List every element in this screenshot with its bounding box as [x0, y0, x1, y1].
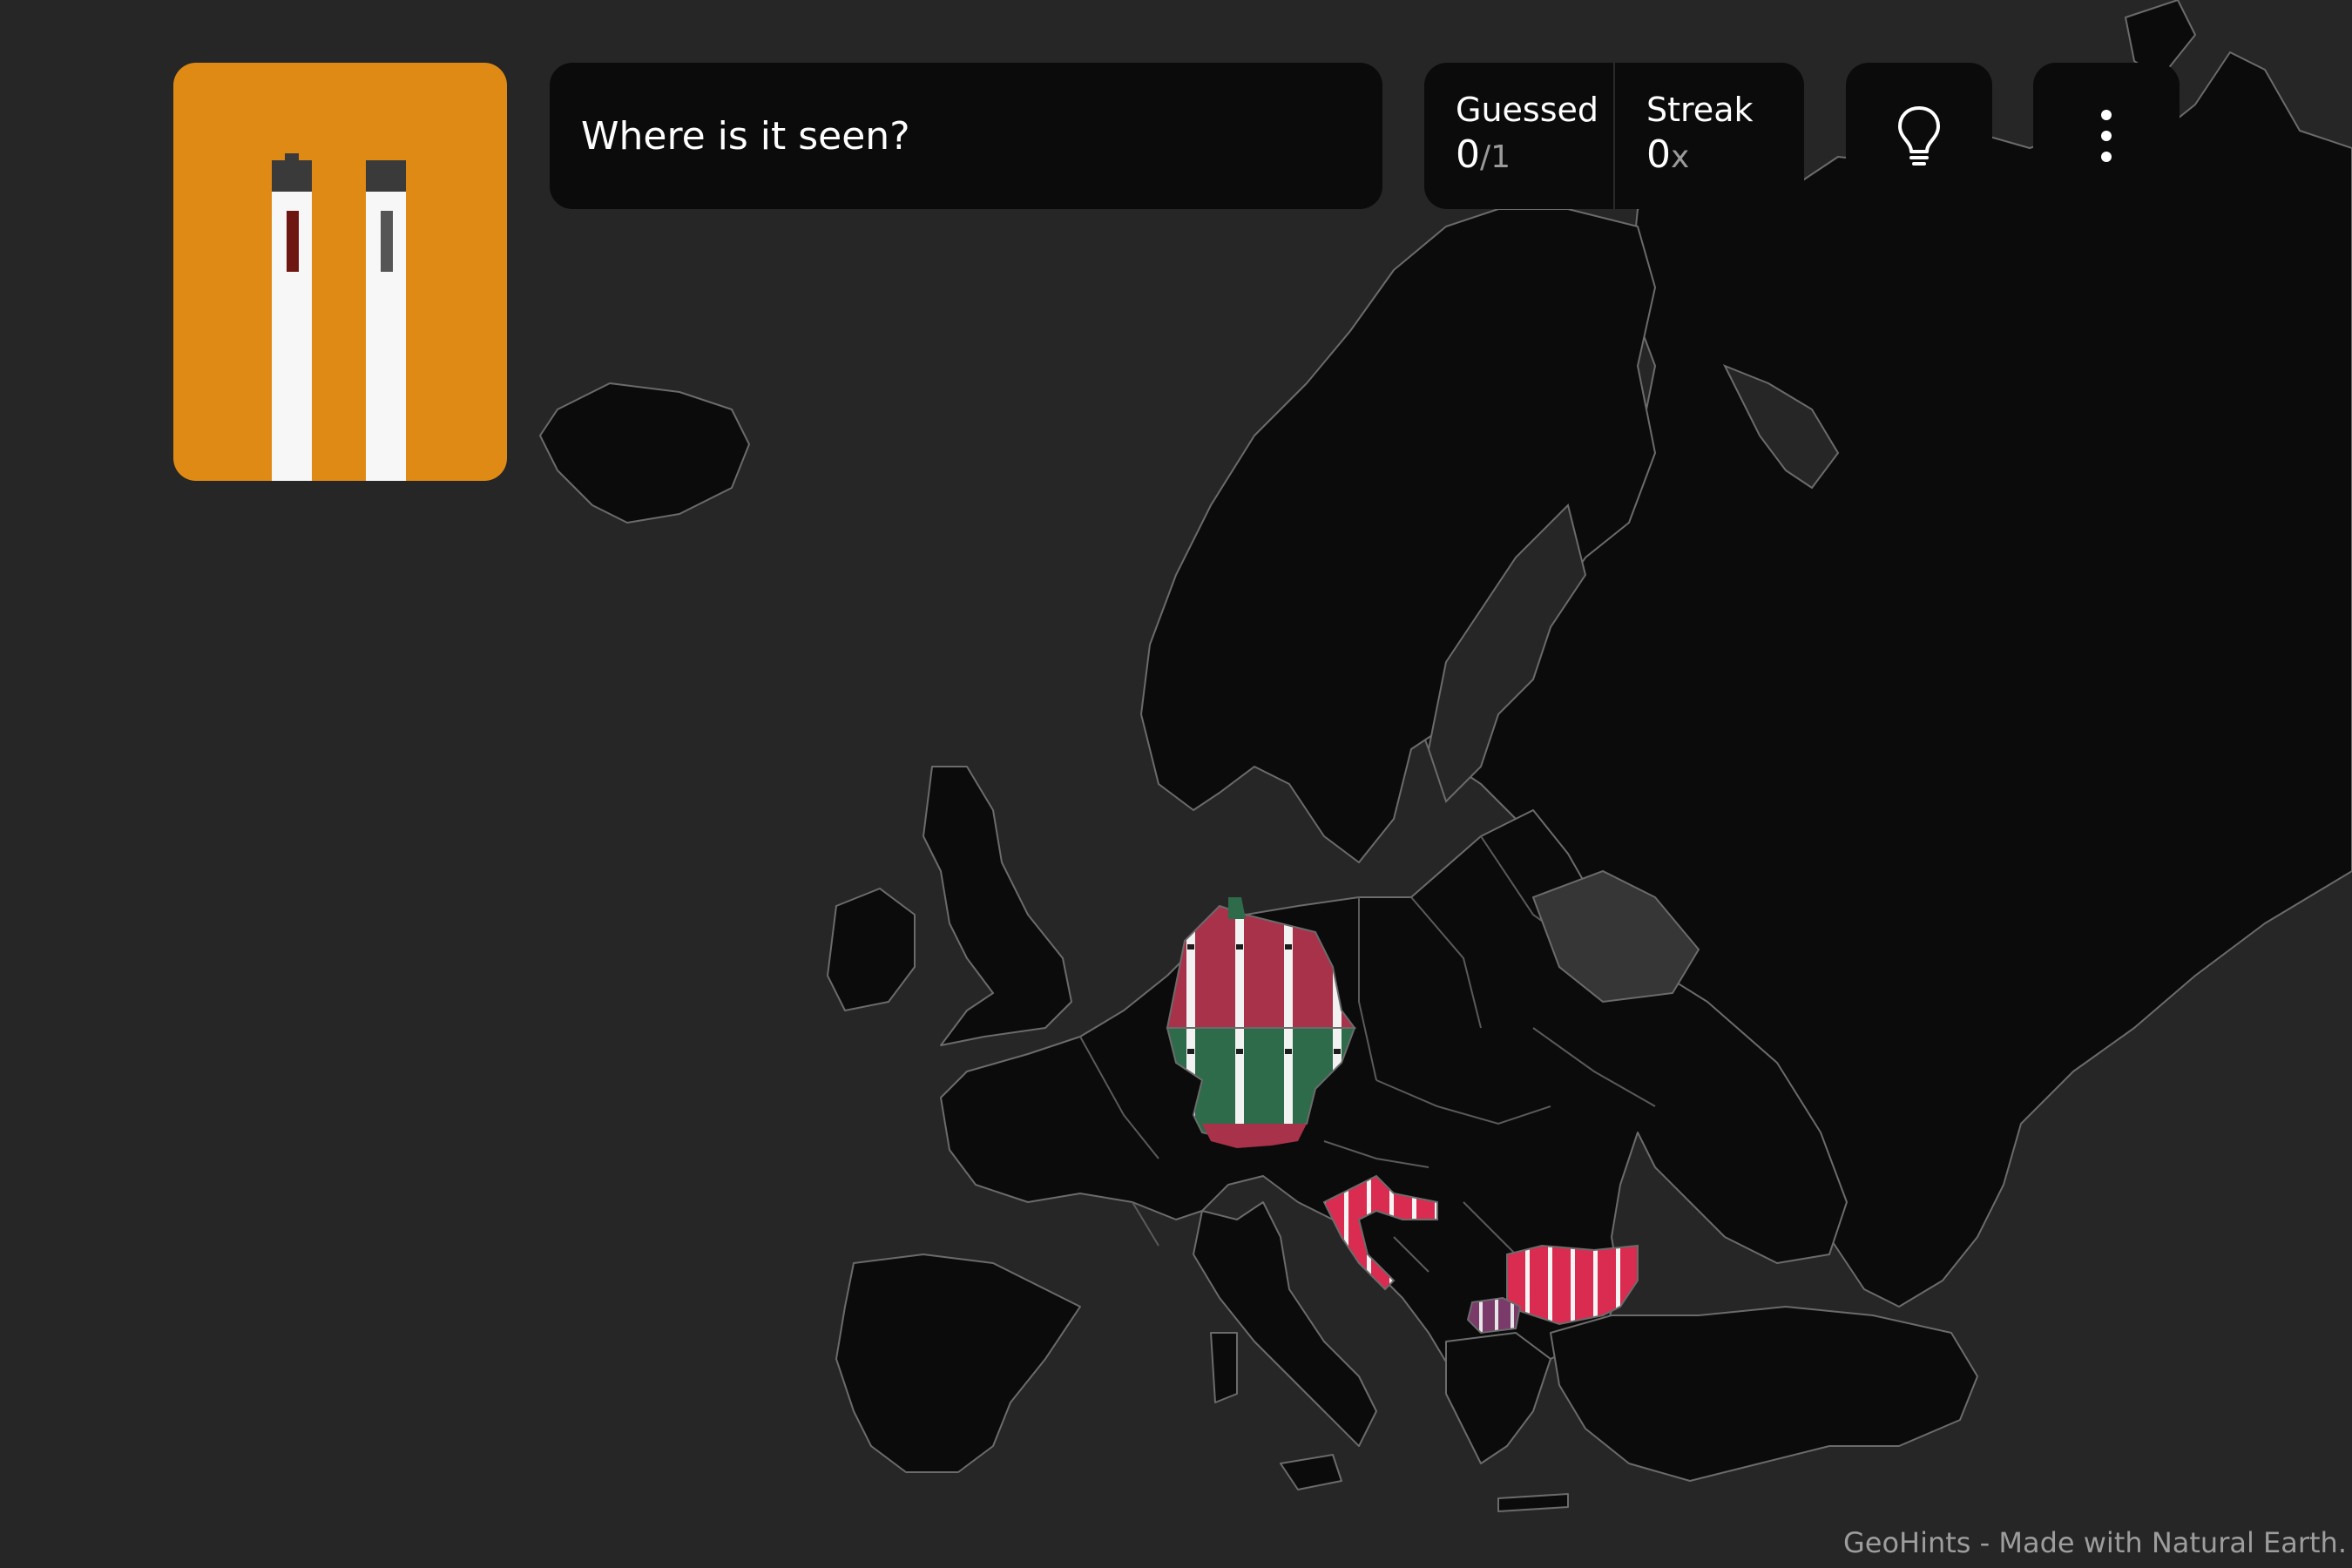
streak-count: 0	[1646, 132, 1671, 177]
guessed-count: 0	[1456, 132, 1480, 177]
sicily-land[interactable]	[1280, 1454, 1342, 1490]
bollard-icon	[272, 153, 406, 481]
bollard-left-cap	[272, 160, 312, 192]
guessed-stat: Guessed 0/1	[1424, 63, 1613, 209]
streak-value: 0x	[1646, 129, 1804, 184]
north-macedonia-highlight[interactable]	[1466, 1296, 1522, 1335]
streak-stat: Streak 0x	[1613, 63, 1804, 209]
lightbulb-icon	[1898, 106, 1940, 166]
score-panel: Guessed 0/1 Streak 0x	[1424, 63, 1804, 209]
bollard-right-cap	[366, 160, 406, 192]
guessed-label: Guessed	[1456, 91, 1599, 129]
iberia-land[interactable]	[835, 1254, 1081, 1473]
hint-image-card	[173, 63, 507, 481]
streak-suffix: x	[1671, 139, 1690, 175]
denmark-tip	[1228, 897, 1246, 919]
question-box: Where is it seen?	[550, 63, 1382, 209]
streak-label: Streak	[1646, 91, 1754, 129]
menu-button[interactable]	[2033, 63, 2180, 209]
crete-land	[1497, 1493, 1569, 1512]
sardinia-land[interactable]	[1210, 1332, 1238, 1403]
bollard-left-cap-top	[285, 153, 299, 162]
guessed-total: /1	[1480, 139, 1511, 175]
attribution-text: GeoHints - Made with Natural Earth.	[1842, 1526, 2347, 1559]
greece-land[interactable]	[1445, 1332, 1551, 1464]
bollard-left-reflector	[287, 211, 299, 272]
ireland-land[interactable]	[827, 888, 916, 1011]
turkey-land[interactable]	[1550, 1306, 1978, 1482]
hint-button[interactable]	[1846, 63, 1992, 209]
more-vertical-icon	[2101, 110, 2112, 162]
iceland-land[interactable]	[539, 382, 750, 524]
bulgaria-highlight[interactable]	[1506, 1244, 1639, 1326]
guessed-value: 0/1	[1456, 129, 1613, 184]
question-text: Where is it seen?	[581, 113, 910, 159]
bollard-right-reflector	[381, 211, 393, 272]
great-britain-land[interactable]	[923, 766, 1072, 1046]
